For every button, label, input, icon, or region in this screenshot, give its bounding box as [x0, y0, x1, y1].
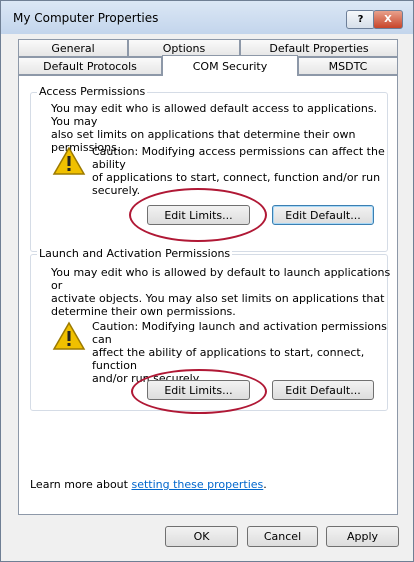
launch-permissions-title: Launch and Activation Permissions	[37, 247, 233, 260]
apply-button[interactable]: Apply	[326, 526, 399, 547]
access-edit-default-button[interactable]: Edit Default...	[272, 205, 374, 225]
access-caution: Caution: Modifying access permissions ca…	[92, 145, 385, 197]
tab-msdtc[interactable]: MSDTC	[298, 57, 398, 75]
learn-more-link[interactable]: setting these properties	[131, 478, 263, 491]
close-button[interactable]: X	[373, 10, 403, 29]
tab-default-protocols[interactable]: Default Protocols	[18, 57, 162, 75]
launch-description: You may edit who is allowed by default t…	[51, 266, 391, 318]
tab-general[interactable]: General	[18, 39, 128, 57]
help-button[interactable]: ?	[346, 10, 375, 29]
cancel-button[interactable]: Cancel	[247, 526, 318, 547]
tab-panel: Access Permissions You may edit who is a…	[18, 75, 398, 515]
access-permissions-title: Access Permissions	[37, 85, 148, 98]
title-bar[interactable]: My Computer Properties ? X	[1, 1, 413, 34]
learn-more-text: Learn more about setting these propertie…	[30, 478, 267, 491]
window-title: My Computer Properties	[13, 11, 159, 25]
highlight-ring	[129, 188, 267, 242]
close-icon: X	[384, 14, 392, 25]
ok-button[interactable]: OK	[165, 526, 238, 547]
warning-icon	[52, 146, 86, 175]
highlight-ring	[131, 369, 267, 414]
launch-edit-default-button[interactable]: Edit Default...	[272, 380, 374, 400]
tab-com-security[interactable]: COM Security	[162, 55, 298, 76]
properties-window: My Computer Properties ? X General Optio…	[0, 0, 414, 562]
help-icon: ?	[357, 14, 364, 25]
warning-icon	[52, 321, 86, 350]
